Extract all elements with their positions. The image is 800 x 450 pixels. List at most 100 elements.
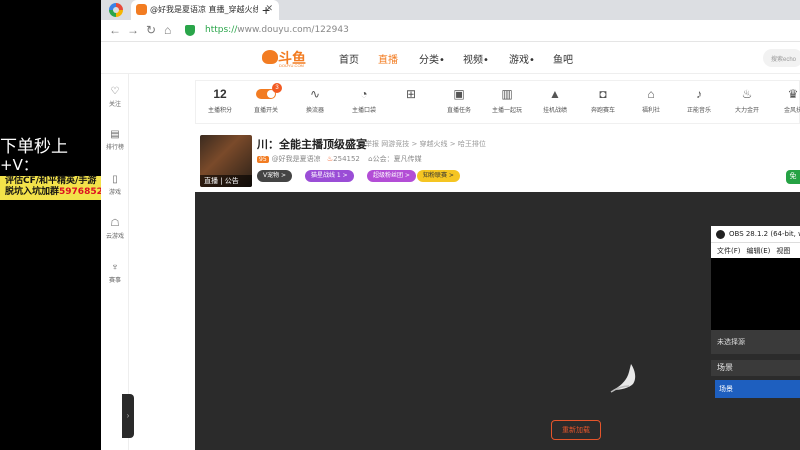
toolbar-gift[interactable]: ⊞ [389, 85, 433, 105]
browser-window: @好我是夏语凉 直播_穿越火线 ✕ + ← → ↻ ⌂ https://www.… [101, 0, 800, 450]
sidebar-label: 赛事 [108, 277, 121, 284]
obs-scenes-header: 场景 [711, 360, 800, 376]
obs-menu-view[interactable]: 视图 [776, 247, 790, 255]
back-icon[interactable]: ← [109, 23, 121, 37]
address-bar: ← → ↻ ⌂ https://www.douyu.com/122943 [101, 20, 800, 42]
secure-shield-icon [185, 25, 195, 36]
flame-icon: ♨ [741, 87, 753, 101]
toolbar-label: 奔跑赛车 [590, 107, 615, 114]
browser-tab[interactable]: @好我是夏语凉 直播_穿越火线 ✕ [131, 0, 279, 20]
cover-tag: 直播 | 公告 [200, 175, 252, 187]
toolbar-points[interactable]: 12 主播积分 [198, 85, 242, 114]
browser-logo-icon[interactable] [109, 3, 123, 17]
overlay-promo-text: 脱坑入坑加群 [5, 187, 60, 197]
toolbar-music[interactable]: ♪ 正能音乐 [677, 85, 721, 114]
rank-icon: ▤ [110, 129, 120, 140]
obs-menu-edit[interactable]: 编辑(E) [747, 247, 771, 255]
overlay-promo-line1: 评估CF/和平精英/手游 [5, 176, 97, 186]
sidebar-item-cloud-games[interactable]: ☖ 云游戏 [101, 218, 129, 240]
video-player[interactable]: 重新加载 [195, 192, 800, 450]
chip-catstar[interactable]: 猫星战线 1 > [305, 170, 354, 182]
room-category-breadcrumb[interactable]: 举报 网游竞技 > 穿越火线 > 哈王排位 [365, 139, 486, 149]
sidebar-item-follow[interactable]: ♡ 关注 [101, 86, 129, 108]
toolbar-pocket[interactable]: ◔ 主播口袋 [342, 85, 386, 114]
chip-league[interactable]: 知粉联赛 > [417, 170, 460, 182]
toolbar-play-together[interactable]: ▥ 主播一起玩 [485, 85, 529, 114]
left-sidebar: ♡ 关注 ▤ 排行榜 ▯ 游戏 ☖ 云游戏 ♆ 赛事 › [101, 74, 134, 450]
obs-scene-list: 场景 [711, 376, 800, 450]
ad-icon: ▣ [453, 87, 465, 101]
douyu-favicon-icon [136, 4, 147, 15]
clipboard-icon: ▥ [501, 87, 513, 101]
obs-no-source-label: 未选择源 [711, 330, 800, 354]
toolbar-afk-stats[interactable]: ▲ 挂机战绩 [533, 85, 577, 114]
music-note-icon: ♪ [696, 87, 702, 101]
points-label: 主播积分 [207, 107, 232, 114]
chip-pet[interactable]: V宠物 > [257, 170, 293, 182]
toolbar-power[interactable]: ♨ 大力金开 [725, 85, 769, 114]
toolbar-live-toggle[interactable]: 3 直播开关 [244, 83, 288, 114]
obs-menu-bar: 文件(F) 编辑(E) 视图 [711, 242, 800, 258]
gamepad-icon: ▯ [112, 174, 118, 185]
toolbar-tasks[interactable]: ▣ 直播任务 [437, 85, 481, 114]
guild-name: 公会：夏凡传媒 [372, 155, 422, 163]
nav-category[interactable]: 分类• [419, 51, 445, 66]
points-value: 12 [213, 87, 227, 101]
toolbar-label: 主播口袋 [351, 107, 376, 114]
douyu-logo[interactable]: 斗鱼 DOUYU.COM [262, 48, 310, 68]
room-cover-image[interactable]: 直播 | 公告 [200, 135, 252, 187]
url-text: https://www.douyu.com/122943 [205, 25, 349, 35]
sidebar-label: 排行榜 [105, 144, 124, 151]
sidebar-item-events[interactable]: ♆ 赛事 [101, 262, 129, 284]
reload-icon[interactable]: ↻ [146, 23, 156, 37]
trophy-icon: ♆ [111, 262, 119, 273]
toolbar-stream-switcher[interactable]: ∿ 换流器 [293, 85, 337, 114]
pocket-icon: ◔ [360, 87, 368, 101]
sidebar-item-games[interactable]: ▯ 游戏 [101, 174, 129, 196]
hot-value: 254152 [333, 155, 360, 163]
streamer-name[interactable]: @好我是夏语凉 [272, 155, 321, 163]
gift-icon: ⊞ [405, 87, 417, 101]
cloud-game-icon: ☖ [110, 218, 120, 229]
nav-home[interactable]: 首页 [339, 51, 359, 66]
tab-bar: @好我是夏语凉 直播_穿越火线 ✕ + [101, 0, 800, 20]
forward-icon[interactable]: → [127, 23, 139, 37]
sidebar-collapse-button[interactable]: › [122, 394, 134, 438]
obs-scene-item[interactable]: 场景 [715, 380, 800, 398]
url-field[interactable]: https://www.douyu.com/122943 [185, 23, 800, 39]
racer-icon: ◘ [599, 87, 607, 101]
nav-video[interactable]: 视频• [463, 51, 489, 66]
toolbar-label: 金风扶 [783, 107, 800, 114]
room-header: 直播 | 公告 川：全能主播顶级盛宴 举报 网游竞技 > 穿越火线 > 哈王排位… [195, 130, 800, 188]
home-icon[interactable]: ⌂ [164, 23, 171, 37]
sidebar-label: 游戏 [108, 189, 121, 196]
toolbar-welfare[interactable]: ⌂ 福利社 [629, 85, 673, 114]
chip-fan-club[interactable]: 超级粉丝团 > [367, 170, 416, 182]
obs-window: OBS 28.1.2 (64-bit, w 文件(F) 编辑(E) 视图 未选择源 … [711, 226, 800, 450]
toolbar-more[interactable]: ♛ 金风扶 [771, 85, 800, 114]
new-tab-icon[interactable]: + [262, 2, 270, 18]
obs-menu-file[interactable]: 文件(F) [717, 247, 741, 255]
nav-games[interactable]: 游戏• [509, 51, 535, 66]
tab-title: @好我是夏语凉 直播_穿越火线 [150, 5, 258, 14]
nav-live[interactable]: 直播 [378, 51, 398, 66]
fish-logo-icon [262, 50, 278, 64]
free-badge[interactable]: 免 [786, 170, 800, 184]
nav-yuba[interactable]: 鱼吧 [553, 51, 573, 66]
loading-fish-icon [610, 364, 636, 393]
site-nav: 斗鱼 DOUYU.COM 首页 直播 分类• 视频• 游戏• 鱼吧 搜索echo [101, 42, 800, 74]
obs-preview[interactable] [711, 258, 800, 330]
url-path: www.douyu.com/122943 [237, 25, 349, 35]
toolbar-racing[interactable]: ◘ 奔跑赛车 [581, 85, 625, 114]
reload-stream-button[interactable]: 重新加载 [551, 420, 601, 440]
sidebar-label: 云游戏 [105, 233, 124, 240]
cone-icon: ▲ [549, 87, 561, 101]
crown-icon: ♛ [787, 87, 799, 101]
toolbar-label: 正能音乐 [686, 107, 711, 114]
obs-logo-icon [716, 230, 725, 239]
streamer-info: 95 @好我是夏语凉 ♨254152 ⌂公会：夏凡传媒 [257, 154, 422, 164]
toolbar-label: 挂机战绩 [542, 107, 567, 114]
sidebar-item-rank[interactable]: ▤ 排行榜 [101, 129, 129, 151]
obs-title-bar[interactable]: OBS 28.1.2 (64-bit, w [711, 226, 800, 242]
search-input[interactable]: 搜索echo [763, 49, 800, 67]
